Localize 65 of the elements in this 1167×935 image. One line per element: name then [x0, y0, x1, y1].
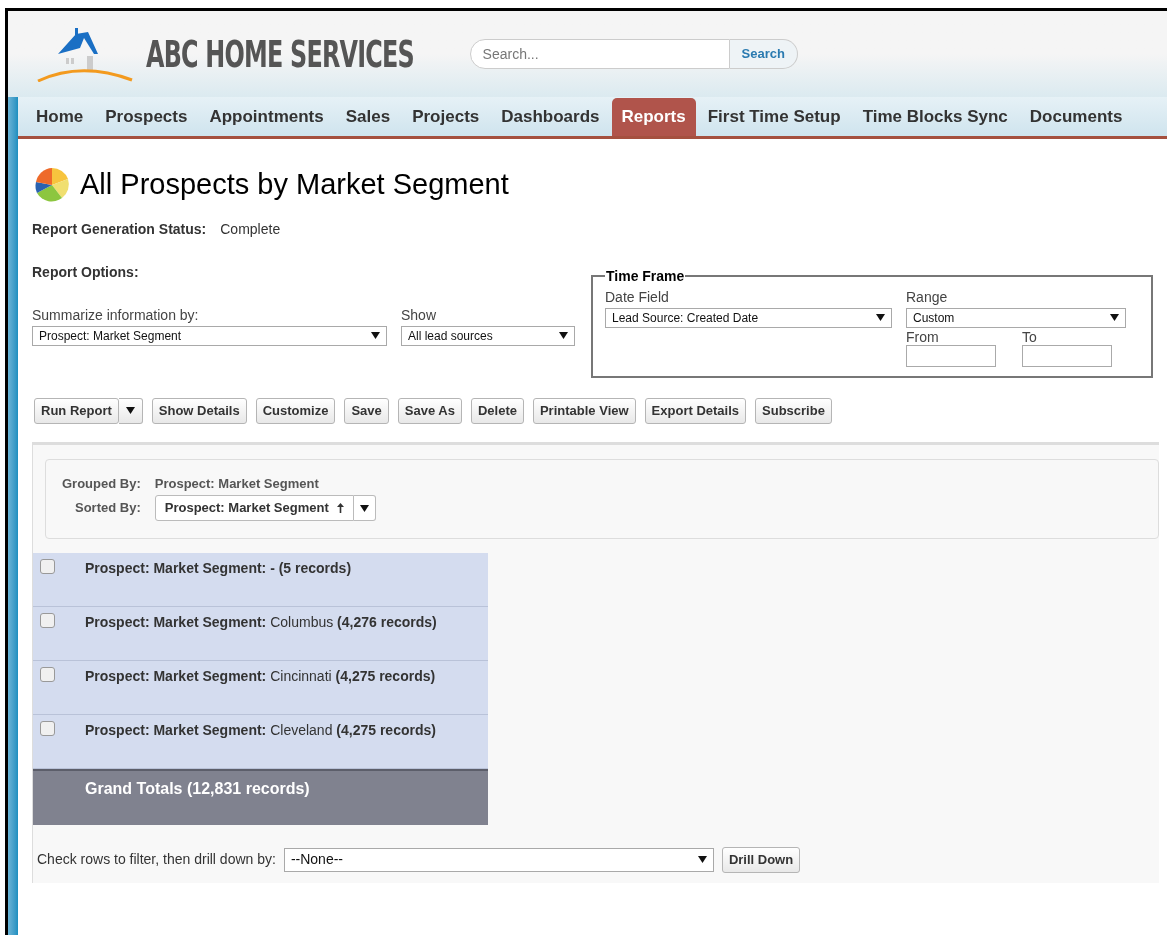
date-field-select[interactable]: Lead Source: Created Date	[605, 307, 892, 328]
action-button[interactable]: Subscribe	[755, 397, 832, 424]
caret-icon	[1110, 314, 1119, 321]
nav-tab[interactable]: Sales	[335, 98, 401, 136]
group-heading: Prospect: Market Segment: - (5 records)	[85, 558, 352, 578]
from-date-field[interactable]	[906, 344, 996, 367]
page-title: All Prospects by Market Segment	[80, 167, 509, 202]
nav-tab[interactable]: Documents	[1019, 98, 1133, 136]
status-label: Report Generation Status:	[32, 219, 207, 239]
grouped-value: Prospect: Market Segment	[154, 474, 320, 493]
field-label: From	[906, 328, 940, 345]
nav-tab[interactable]: Dashboards	[491, 98, 610, 136]
action-button[interactable]: Delete	[470, 397, 524, 424]
status-value: Complete	[220, 219, 281, 239]
drill-down-button[interactable]: Drill Down	[721, 846, 801, 873]
group-heading: Prospect: Market Segment: Cincinnati (4,275 records)	[85, 666, 436, 686]
search-button[interactable]: Search	[729, 39, 798, 69]
action-button[interactable]: Run Report	[34, 397, 119, 424]
sort-options-button[interactable]	[353, 495, 376, 521]
drill-down-select[interactable]: --None--	[283, 847, 714, 872]
nav-tab[interactable]: Time Blocks Sync	[852, 98, 1018, 136]
panel-legend: Time Frame	[605, 265, 686, 287]
action-button[interactable]: Save	[344, 397, 389, 424]
action-button[interactable]: Show Details	[151, 397, 247, 424]
action-button[interactable]: Save As	[397, 397, 462, 424]
field-label: Range	[906, 287, 949, 307]
action-button[interactable]: Printable View	[532, 397, 636, 424]
action-button[interactable]: Export Details	[644, 397, 746, 424]
range-select[interactable]: Custom	[906, 307, 1126, 328]
sort-field-button[interactable]: Prospect: Market Segment	[154, 495, 354, 521]
row-checkbox[interactable]	[40, 612, 55, 628]
caret-icon	[876, 314, 885, 321]
nav-tab[interactable]: Appointments	[199, 98, 334, 136]
nav-tab[interactable]: Prospects	[95, 98, 198, 136]
brand-name: ABC HOME SERVICES	[146, 30, 414, 78]
caret-icon	[359, 504, 369, 512]
caret-icon	[371, 332, 380, 339]
grand-total-text: Grand Totals (12,831 records)	[85, 779, 310, 797]
field-label: To	[1022, 328, 1038, 345]
to-date-field[interactable]	[1022, 344, 1112, 367]
summarize-select[interactable]: Prospect: Market Segment	[32, 325, 387, 346]
nav-tab[interactable]: Projects	[402, 98, 490, 136]
drill-label: Check rows to filter, then drill down by:	[37, 850, 276, 869]
row-checkbox[interactable]	[40, 666, 55, 682]
caret-icon	[559, 332, 568, 339]
nav-tab[interactable]: First Time Setup	[697, 98, 851, 136]
nav-tab[interactable]: Reports	[611, 98, 696, 136]
field-label: Date Field	[605, 287, 670, 307]
caret-icon	[125, 407, 135, 414]
row-checkbox[interactable]	[40, 558, 55, 574]
row-checkbox[interactable]	[40, 720, 55, 736]
group-heading: Prospect: Market Segment: Columbus (4,276 records)	[85, 612, 437, 632]
grouped-label: Grouped By:	[62, 474, 141, 493]
field-label: Show	[401, 305, 438, 325]
sort-ascending-icon	[336, 503, 344, 513]
action-button[interactable]: Customize	[255, 397, 336, 424]
caret-icon	[697, 856, 707, 863]
group-heading: Prospect: Market Segment: Cleveland (4,275 records)	[85, 720, 436, 740]
section-heading: Report Options:	[32, 262, 140, 282]
sorted-label: Sorted By:	[74, 499, 141, 518]
show-select[interactable]: All lead sources	[401, 325, 575, 346]
search-field[interactable]: Search...	[469, 39, 730, 69]
field-label: Summarize information by:	[32, 305, 200, 325]
run-options-button[interactable]	[118, 397, 143, 424]
nav-tab[interactable]: Home	[26, 98, 94, 136]
